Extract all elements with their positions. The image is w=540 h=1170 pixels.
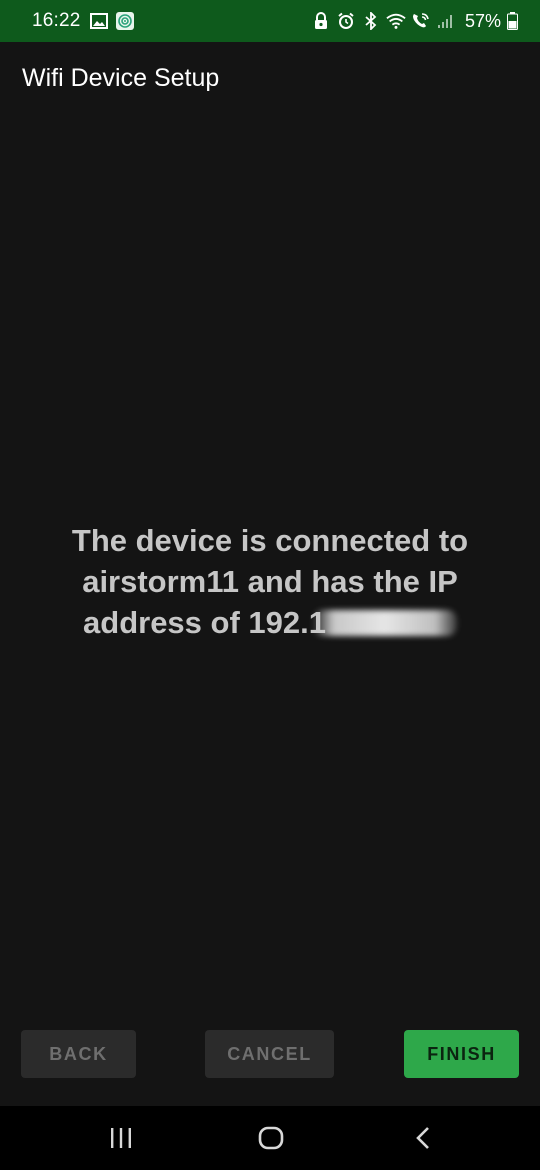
status-bar: 16:22 57% xyxy=(0,0,540,42)
app-notification-icon xyxy=(115,11,135,31)
alarm-icon xyxy=(336,11,356,31)
recent-apps-icon[interactable] xyxy=(101,1120,141,1156)
page-title: Wifi Device Setup xyxy=(22,64,220,92)
screen: 16:22 57% Wifi Device Setup The device i… xyxy=(0,0,540,1170)
connection-message: The device is connected to airstorm11 an… xyxy=(30,520,510,643)
back-button[interactable]: BACK xyxy=(21,1030,136,1078)
lock-icon xyxy=(311,11,331,31)
wifi-calling-icon xyxy=(411,11,431,31)
status-right-icons: 57% xyxy=(311,11,518,32)
status-left-icons xyxy=(89,11,135,31)
cancel-button[interactable]: CANCEL xyxy=(205,1030,334,1078)
bluetooth-icon xyxy=(361,11,381,31)
image-icon xyxy=(89,11,109,31)
battery-icon xyxy=(506,11,518,31)
system-nav-bar xyxy=(0,1106,540,1170)
status-time: 16:22 xyxy=(32,10,81,31)
app-bar: Wifi Device Setup xyxy=(0,42,540,118)
battery-percent: 57% xyxy=(464,10,501,31)
wifi-icon xyxy=(386,11,406,31)
ip-redaction-blur xyxy=(311,610,457,636)
signal-icon xyxy=(436,11,456,31)
back-icon[interactable] xyxy=(403,1120,443,1156)
home-icon[interactable] xyxy=(251,1120,291,1156)
finish-button[interactable]: FINISH xyxy=(404,1030,519,1078)
ip-address-masked: 192.1 xyxy=(248,602,457,643)
